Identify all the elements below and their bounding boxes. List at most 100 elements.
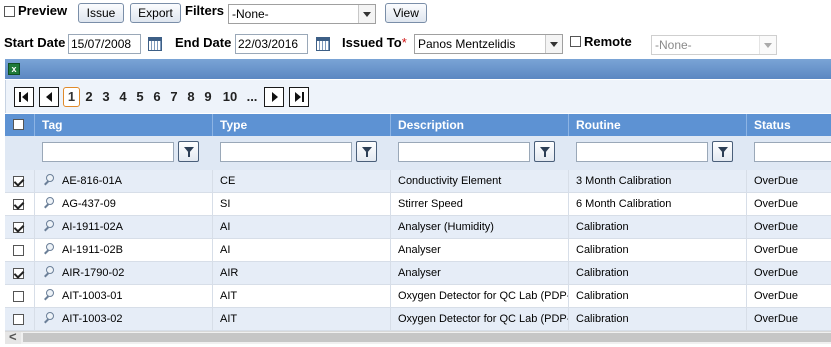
column-header-status[interactable]: Status — [746, 114, 831, 136]
status-value: OverDue — [754, 221, 799, 233]
tag-link[interactable]: AIT-1003-02 — [62, 308, 123, 331]
pager-page-7[interactable]: 7 — [167, 87, 181, 107]
column-header-description[interactable]: Description — [390, 114, 568, 136]
calendar-icon[interactable] — [148, 37, 162, 51]
table-row[interactable]: AI-1911-02B AI Analyser Calibration OverDue — [5, 239, 831, 262]
next-page-button[interactable] — [264, 87, 284, 107]
routine-value: Calibration — [576, 221, 629, 233]
start-date-input[interactable]: 15/07/2008 — [68, 34, 141, 54]
pager-page-8[interactable]: 8 — [184, 87, 198, 107]
tag-link[interactable]: AI-1911-02B — [62, 239, 123, 262]
row-checkbox[interactable] — [13, 245, 24, 256]
status-filter-input[interactable] — [754, 142, 831, 162]
end-date-input[interactable]: 22/03/2016 — [235, 34, 308, 54]
tag-link[interactable]: AG-437-09 — [62, 193, 116, 216]
calendar-icon[interactable] — [316, 37, 330, 51]
tag-filter-input[interactable] — [42, 142, 174, 162]
export-button[interactable]: Export — [130, 3, 181, 23]
table-row[interactable]: AI-1911-02A AI Analyser (Humidity) Calibrat… — [5, 216, 831, 239]
details-magnifier-icon[interactable] — [43, 174, 55, 186]
details-magnifier-icon[interactable] — [43, 197, 55, 209]
cell-routine: Calibration — [568, 262, 746, 285]
details-magnifier-icon[interactable] — [43, 243, 55, 255]
row-checkbox[interactable] — [13, 176, 24, 187]
column-header-type[interactable]: Type — [212, 114, 390, 136]
table-row[interactable]: AE-816-01A CE Conductivity Element 3 Month … — [5, 170, 831, 193]
excel-icon[interactable]: x — [8, 63, 20, 75]
filter-icon[interactable] — [534, 141, 555, 162]
row-checkbox[interactable] — [13, 291, 24, 302]
cell-tag: AIT-1003-01 — [34, 285, 212, 308]
tag-link[interactable]: AI-1911-02A — [62, 216, 123, 239]
required-mark: * — [401, 35, 407, 50]
select-all-checkbox[interactable] — [13, 119, 24, 130]
table-row[interactable]: AIT-1003-01 AIT Oxygen Detector for QC Lab… — [5, 285, 831, 308]
pager-page-6[interactable]: 6 — [150, 87, 164, 107]
filter-icon[interactable] — [712, 141, 733, 162]
horizontal-scrollbar[interactable] — [5, 329, 831, 344]
details-magnifier-icon[interactable] — [43, 220, 55, 232]
type-value: CE — [220, 175, 236, 187]
details-magnifier-icon[interactable] — [43, 312, 55, 324]
cell-type: AIT — [212, 285, 390, 308]
cell-tag: AIR-1790-02 — [34, 262, 212, 285]
issue-button[interactable]: Issue — [78, 3, 124, 23]
filter-icon[interactable] — [178, 141, 199, 162]
type-filter-input[interactable] — [220, 142, 352, 162]
remote-checkbox[interactable] — [570, 36, 581, 47]
pager-page-9[interactable]: 9 — [201, 87, 215, 107]
tag-link[interactable]: AIR-1790-02 — [62, 262, 124, 285]
pager-more[interactable]: ... — [244, 87, 260, 107]
routine-filter-input[interactable] — [576, 142, 708, 162]
scroll-left-icon[interactable] — [5, 329, 21, 344]
cell-routine: 6 Month Calibration — [568, 193, 746, 216]
status-value: OverDue — [754, 313, 799, 325]
details-magnifier-icon[interactable] — [43, 289, 55, 301]
table-row[interactable]: AG-437-09 SI Stirrer Speed 6 Month Calibrat… — [5, 193, 831, 216]
cell-description: Stirrer Speed — [390, 193, 568, 216]
table-row[interactable]: AIR-1790-02 AIR Analyser Calibration OverDue — [5, 262, 831, 285]
filter-icon[interactable] — [356, 141, 377, 162]
row-checkbox[interactable] — [13, 222, 24, 233]
pager-page-5[interactable]: 5 — [133, 87, 147, 107]
scrollbar-thumb[interactable] — [23, 333, 831, 342]
table-row[interactable]: AIT-1003-02 AIT Oxygen Detector for QC Lab… — [5, 308, 831, 331]
tag-link[interactable]: AIT-1003-01 — [62, 285, 123, 308]
pager-page-1[interactable]: 1 — [63, 87, 80, 107]
filters-select[interactable]: -None- — [228, 4, 376, 24]
issued-to-select[interactable]: Panos Mentzelidis — [414, 34, 563, 54]
cell-type: AI — [212, 239, 390, 262]
preview-checkbox[interactable] — [4, 6, 15, 17]
cell-tag: AE-816-01A — [34, 170, 212, 193]
pager-page-4[interactable]: 4 — [116, 87, 130, 107]
first-page-icon — [19, 92, 21, 102]
tag-link[interactable]: AE-816-01A — [62, 170, 122, 193]
cell-type: AIT — [212, 308, 390, 331]
type-value: AI — [220, 221, 231, 233]
row-checkbox[interactable] — [13, 199, 24, 210]
first-page-button[interactable] — [14, 87, 34, 107]
pager-page-2[interactable]: 2 — [82, 87, 96, 107]
view-button[interactable]: View — [385, 3, 427, 23]
column-header-tag[interactable]: Tag — [34, 114, 212, 136]
remote-label: Remote — [584, 34, 632, 49]
cell-type: AIR — [212, 262, 390, 285]
description-value: Analyser — [398, 244, 441, 256]
routine-value: Calibration — [576, 244, 629, 256]
description-value: Analyser — [398, 267, 441, 279]
cell-status: OverDue — [746, 285, 831, 308]
type-value: AIR — [220, 267, 239, 279]
type-value: AI — [220, 244, 231, 256]
cell-status: OverDue — [746, 308, 831, 331]
row-checkbox[interactable] — [13, 268, 24, 279]
description-filter-input[interactable] — [398, 142, 530, 162]
last-page-button[interactable] — [289, 87, 309, 107]
description-value: Conductivity Element — [398, 175, 502, 187]
row-checkbox[interactable] — [13, 314, 24, 325]
description-value: Stirrer Speed — [398, 198, 463, 210]
details-magnifier-icon[interactable] — [43, 266, 55, 278]
pager-page-3[interactable]: 3 — [99, 87, 113, 107]
pager-page-10[interactable]: 10 — [219, 87, 241, 107]
prev-page-button[interactable] — [39, 87, 59, 107]
column-header-routine[interactable]: Routine — [568, 114, 746, 136]
